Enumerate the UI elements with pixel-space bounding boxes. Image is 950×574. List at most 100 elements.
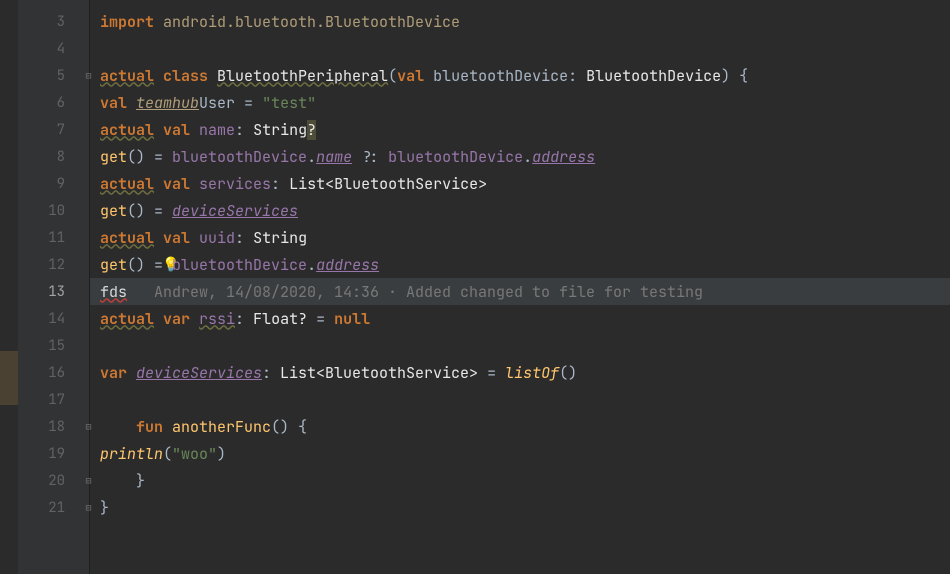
getter: get — [100, 201, 127, 221]
getter: get — [100, 255, 127, 275]
code-line[interactable]: ⊟ } — [90, 467, 950, 494]
line-number[interactable]: 19 — [18, 440, 89, 467]
line-number[interactable]: 21 — [18, 494, 89, 521]
property-name: services — [199, 174, 271, 194]
keyword-null: null — [334, 309, 370, 329]
caret-char: ? — [307, 120, 316, 140]
keyword-actual: actual — [100, 174, 154, 194]
code-line[interactable]: ⊟ actual class BluetoothPeripheral(val b… — [90, 62, 950, 89]
punct: () — [559, 363, 577, 383]
ref: bluetoothDevice — [172, 255, 307, 275]
punct: = — [145, 255, 172, 275]
ref: deviceServices — [172, 201, 298, 221]
code-line[interactable]: val teamhubUser = "test" — [90, 89, 950, 116]
member: address — [316, 255, 379, 275]
param-name: bluetoothDevice — [433, 66, 568, 86]
line-number[interactable]: 12 — [18, 251, 89, 278]
func-call: listOf — [505, 363, 559, 383]
line-number[interactable]: 16 — [18, 359, 89, 386]
punct: : — [235, 120, 253, 140]
type-ref: String — [253, 120, 307, 140]
line-number[interactable]: 5 — [18, 62, 89, 89]
fold-end-icon[interactable]: ⊟ — [84, 503, 93, 512]
keyword-val: val — [397, 66, 433, 86]
line-number[interactable]: 4 — [18, 35, 89, 62]
punct: : — [568, 66, 586, 86]
punct: ( — [163, 444, 172, 464]
fold-end-icon[interactable]: ⊟ — [84, 476, 93, 485]
keyword-var: var — [154, 309, 199, 329]
keyword-actual: actual — [100, 309, 154, 329]
line-number[interactable]: 14 — [18, 305, 89, 332]
property-name: name — [199, 120, 235, 140]
code-line-current[interactable]: fds Andrew, 14/08/2020, 14:36 · Added ch… — [90, 278, 950, 305]
func-name: anotherFunc — [172, 417, 271, 437]
keyword-fun: fun — [136, 417, 172, 437]
code-line[interactable] — [90, 35, 950, 62]
code-line[interactable] — [90, 386, 950, 413]
code-line[interactable]: println("woo") — [90, 440, 950, 467]
line-number[interactable]: 9 — [18, 170, 89, 197]
class-name: BluetoothPeripheral — [217, 66, 388, 86]
line-number[interactable]: 8 — [18, 143, 89, 170]
line-number[interactable]: 18 — [18, 413, 89, 440]
keyword-actual: actual — [100, 228, 154, 248]
type-ref: List<BluetoothService> — [289, 174, 487, 194]
punct: : — [235, 309, 253, 329]
code-line[interactable]: get() = bluetoothDevice.address — [90, 251, 950, 278]
vcs-code-lens[interactable]: Andrew, 14/08/2020, 14:36 · Added change… — [127, 282, 703, 302]
line-number[interactable]: 10 — [18, 197, 89, 224]
code-line[interactable] — [90, 332, 950, 359]
code-line[interactable]: get() = deviceServices — [90, 197, 950, 224]
fold-start-icon[interactable]: ⊟ — [84, 422, 93, 431]
keyword-val: val — [154, 228, 199, 248]
func-call: println — [100, 444, 163, 464]
line-number[interactable]: 6 — [18, 89, 89, 116]
brace: } — [136, 471, 145, 491]
code-line[interactable]: ⊟ fun anotherFunc() { — [90, 413, 950, 440]
member: name — [316, 147, 352, 167]
keyword-val: val — [154, 120, 199, 140]
code-editor[interactable]: 3 4 5 6 7 8 9 10 11 12 13 14 15 16 17 18… — [0, 0, 950, 574]
package-path: android.bluetooth.BluetoothDevice — [163, 12, 460, 32]
punct: : — [235, 228, 253, 248]
punct: = — [478, 363, 505, 383]
punct: ( — [388, 66, 397, 86]
line-number[interactable]: 3 — [18, 8, 89, 35]
ref: bluetoothDevice — [172, 147, 307, 167]
code-line[interactable]: ⊟ } — [90, 494, 950, 521]
fold-start-icon[interactable]: ⊟ — [84, 71, 93, 80]
code-line[interactable]: var deviceServices: List<BluetoothServic… — [90, 359, 950, 386]
line-number[interactable]: 15 — [18, 332, 89, 359]
keyword-class: class — [154, 66, 217, 86]
keyword-actual: actual — [100, 66, 154, 86]
identifier: User — [199, 93, 235, 113]
elvis-op: ?: — [352, 147, 388, 167]
keyword-val: val — [154, 174, 199, 194]
keyword-import: import — [100, 12, 163, 32]
line-number[interactable]: 7 — [18, 116, 89, 143]
property-name: rssi — [199, 309, 235, 329]
code-line[interactable]: get() = bluetoothDevice.name ?: bluetoot… — [90, 143, 950, 170]
type-ref: Float? — [253, 309, 307, 329]
keyword-val: val — [100, 93, 136, 113]
type-ref: String — [253, 228, 307, 248]
change-marker — [0, 351, 18, 405]
code-line[interactable]: actual val uuid: String — [90, 224, 950, 251]
string-literal: "test" — [262, 93, 316, 113]
error-token: fds — [100, 282, 127, 302]
member: address — [532, 147, 595, 167]
code-line[interactable]: actual val name: String? — [90, 116, 950, 143]
code-line[interactable]: actual val services: List<BluetoothServi… — [90, 170, 950, 197]
line-number[interactable]: 17 — [18, 386, 89, 413]
code-line[interactable]: actual var rssi: Float? = null — [90, 305, 950, 332]
keyword-var: var — [100, 363, 136, 383]
punct: . — [523, 147, 532, 167]
property-name: deviceServices — [136, 363, 262, 383]
line-number[interactable]: 11 — [18, 224, 89, 251]
line-number[interactable]: 20 — [18, 467, 89, 494]
type-ref: BluetoothDevice — [586, 66, 721, 86]
code-content[interactable]: 💡 import android.bluetooth.BluetoothDevi… — [90, 0, 950, 574]
getter: get — [100, 147, 127, 167]
code-line[interactable]: import android.bluetooth.BluetoothDevice — [90, 8, 950, 35]
